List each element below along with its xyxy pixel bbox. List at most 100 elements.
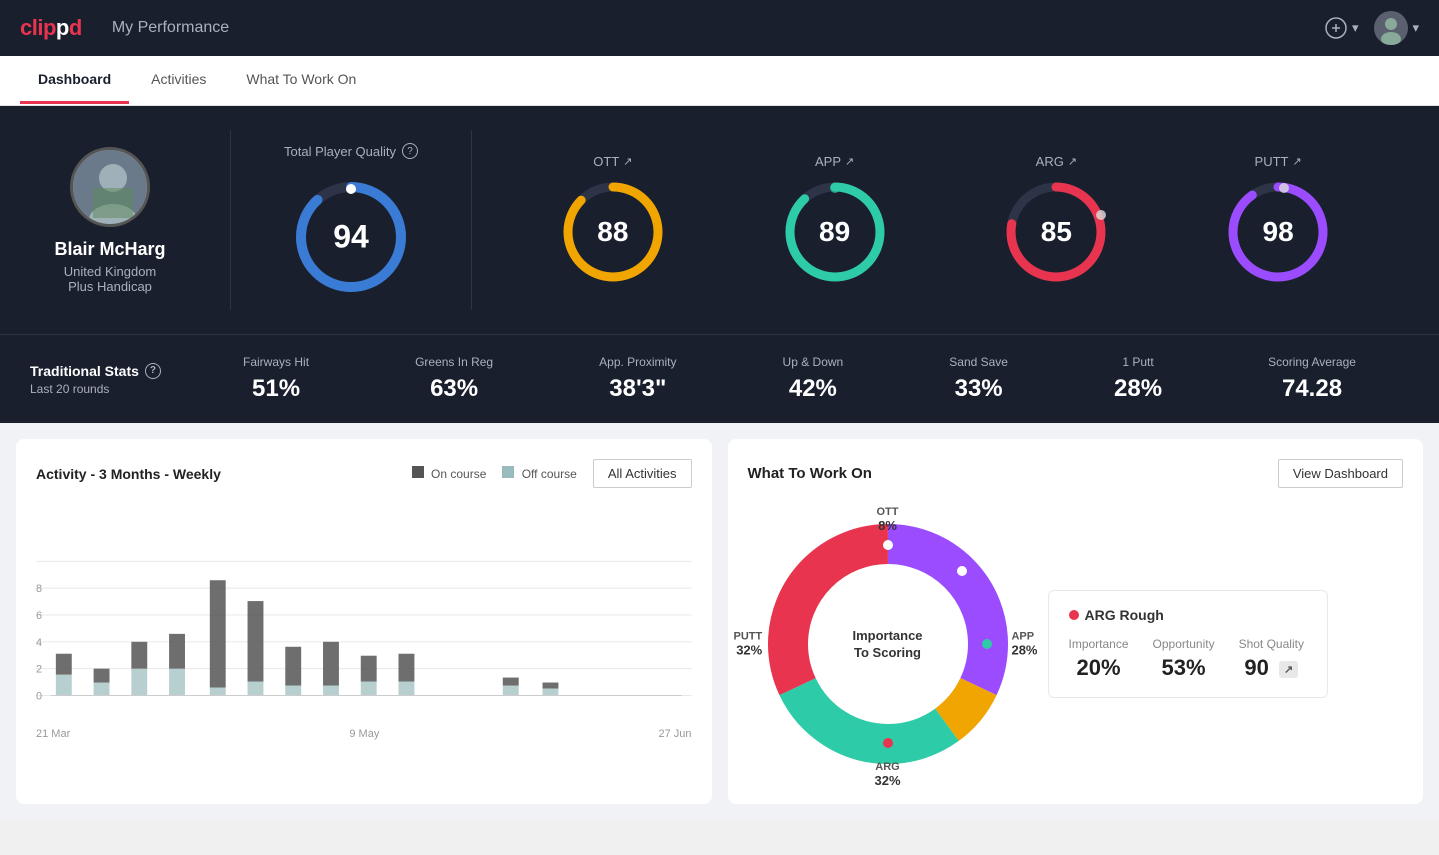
stat-oneputt: 1 Putt 28% [1114, 355, 1162, 403]
donut-center-text: Importance To Scoring [852, 628, 922, 660]
scores-section: OTT ↗ 88 APP ↗ [482, 154, 1409, 287]
player-country: United Kingdom [64, 264, 157, 279]
opportunity-value: 53% [1153, 655, 1215, 681]
player-info: Blair McHarg United Kingdom Plus Handica… [30, 147, 220, 294]
ott-value: 88 [597, 216, 628, 248]
player-name: Blair McHarg [54, 239, 165, 260]
player-avatar [70, 147, 150, 227]
card-quality: Shot Quality 90 ↗ [1239, 637, 1304, 681]
stats-label: Traditional Stats ? [30, 363, 190, 379]
stat-updown-label: Up & Down [783, 355, 844, 369]
app-header: clippd My Performance ▾ ▾ [0, 0, 1439, 56]
header-title: My Performance [112, 19, 229, 37]
activity-panel: Activity - 3 Months - Weekly On course O… [16, 439, 712, 804]
header-left: clippd My Performance [20, 15, 229, 41]
arg-label: ARG ↗ [1036, 154, 1077, 169]
tab-activities[interactable]: Activities [133, 57, 224, 104]
stat-greens-value: 63% [415, 375, 493, 403]
stat-greens-label: Greens In Reg [415, 355, 493, 369]
stat-fairways: Fairways Hit 51% [243, 355, 309, 403]
app-gauge: 89 [780, 177, 890, 287]
card-metrics: Importance 20% Opportunity 53% Shot Qual… [1069, 637, 1307, 681]
work-header: What To Work On View Dashboard [748, 459, 1404, 488]
putt-donut-label: PUTT 32% [734, 631, 763, 658]
logo-text: clippd [20, 15, 82, 41]
all-activities-button[interactable]: All Activities [593, 459, 692, 488]
ott-label: OTT ↗ [593, 154, 632, 169]
bottom-panels: Activity - 3 Months - Weekly On course O… [0, 423, 1439, 820]
stat-sandsave-value: 33% [949, 375, 1008, 403]
player-handicap: Plus Handicap [68, 279, 152, 294]
user-avatar-button[interactable]: ▾ [1374, 11, 1419, 45]
chart-title: Activity - 3 Months - Weekly [36, 466, 221, 482]
app-arrow-icon: ↗ [845, 155, 854, 168]
avatar-icon [1374, 11, 1408, 45]
legend-oncourse: On course [412, 466, 487, 481]
chart-legend: On course Off course [412, 466, 577, 481]
score-putt: PUTT ↗ 98 [1223, 154, 1333, 287]
divider [230, 130, 231, 310]
legend-offcourse: Off course [502, 466, 576, 481]
donut-center-line1: Importance [852, 628, 922, 645]
stats-sublabel: Last 20 rounds [30, 382, 190, 396]
avatar-chevron: ▾ [1412, 20, 1419, 36]
putt-arrow-icon: ↗ [1292, 155, 1301, 168]
stat-greens: Greens In Reg 63% [415, 355, 493, 403]
stat-scoring-value: 74.28 [1268, 375, 1356, 403]
x-label-jun: 27 Jun [658, 728, 691, 740]
arg-donut-label: ARG 32% [874, 761, 900, 788]
svg-text:2: 2 [36, 664, 42, 676]
opportunity-label: Opportunity [1153, 637, 1215, 651]
work-content: Importance To Scoring OTT 8% APP 28% [748, 504, 1404, 784]
stats-help-icon[interactable]: ? [145, 363, 161, 379]
add-button[interactable]: ▾ [1324, 16, 1359, 40]
app-value: 89 [819, 216, 850, 248]
offcourse-dot-icon [502, 466, 514, 478]
chart-svg: 0 2 4 6 8 [36, 504, 692, 724]
avatar [1374, 11, 1408, 45]
card-dot-icon [1069, 610, 1079, 620]
ott-donut-label: OTT 8% [877, 506, 899, 533]
stat-oneputt-label: 1 Putt [1114, 355, 1162, 369]
importance-label: Importance [1069, 637, 1129, 651]
quality-label: Shot Quality [1239, 637, 1304, 651]
total-quality-help-icon[interactable]: ? [402, 143, 418, 159]
total-quality: Total Player Quality ? 94 [241, 143, 461, 297]
work-panel: What To Work On View Dashboard [728, 439, 1424, 804]
tab-dashboard[interactable]: Dashboard [20, 57, 129, 104]
donut-container: Importance To Scoring OTT 8% APP 28% [748, 504, 1028, 784]
score-app: APP ↗ 89 [780, 154, 890, 287]
work-title: What To Work On [748, 465, 872, 482]
arg-arrow-icon: ↗ [1068, 155, 1077, 168]
quality-tag: ↗ [1279, 661, 1298, 678]
hero-section: Blair McHarg United Kingdom Plus Handica… [0, 106, 1439, 334]
svg-text:0: 0 [36, 690, 42, 702]
oncourse-dot-icon [412, 466, 424, 478]
traditional-stats: Traditional Stats ? Last 20 rounds Fairw… [0, 334, 1439, 423]
stat-scoring-label: Scoring Average [1268, 355, 1356, 369]
view-dashboard-button[interactable]: View Dashboard [1278, 459, 1403, 488]
tab-what-to-work-on[interactable]: What To Work On [228, 57, 374, 104]
stat-proximity: App. Proximity 38'3" [599, 355, 676, 403]
tabs-nav: Dashboard Activities What To Work On [0, 56, 1439, 106]
chart-x-labels: 21 Mar 9 May 27 Jun [36, 728, 692, 740]
putt-gauge: 98 [1223, 177, 1333, 287]
card-importance: Importance 20% [1069, 637, 1129, 681]
x-label-may: 9 May [349, 728, 379, 740]
stat-fairways-value: 51% [243, 375, 309, 403]
stat-proximity-label: App. Proximity [599, 355, 676, 369]
ott-gauge: 88 [558, 177, 668, 287]
arg-value: 85 [1041, 216, 1072, 248]
total-quality-value: 94 [333, 219, 369, 256]
total-quality-label: Total Player Quality ? [284, 143, 418, 159]
svg-text:6: 6 [36, 610, 42, 622]
putt-value: 98 [1263, 216, 1294, 248]
total-quality-gauge: 94 [291, 177, 411, 297]
logo[interactable]: clippd [20, 15, 82, 41]
stat-fairways-label: Fairways Hit [243, 355, 309, 369]
score-ott: OTT ↗ 88 [558, 154, 668, 287]
header-right: ▾ ▾ [1324, 11, 1419, 45]
stat-oneputt-value: 28% [1114, 375, 1162, 403]
stat-sandsave: Sand Save 33% [949, 355, 1008, 403]
stats-label-section: Traditional Stats ? Last 20 rounds [30, 363, 190, 396]
